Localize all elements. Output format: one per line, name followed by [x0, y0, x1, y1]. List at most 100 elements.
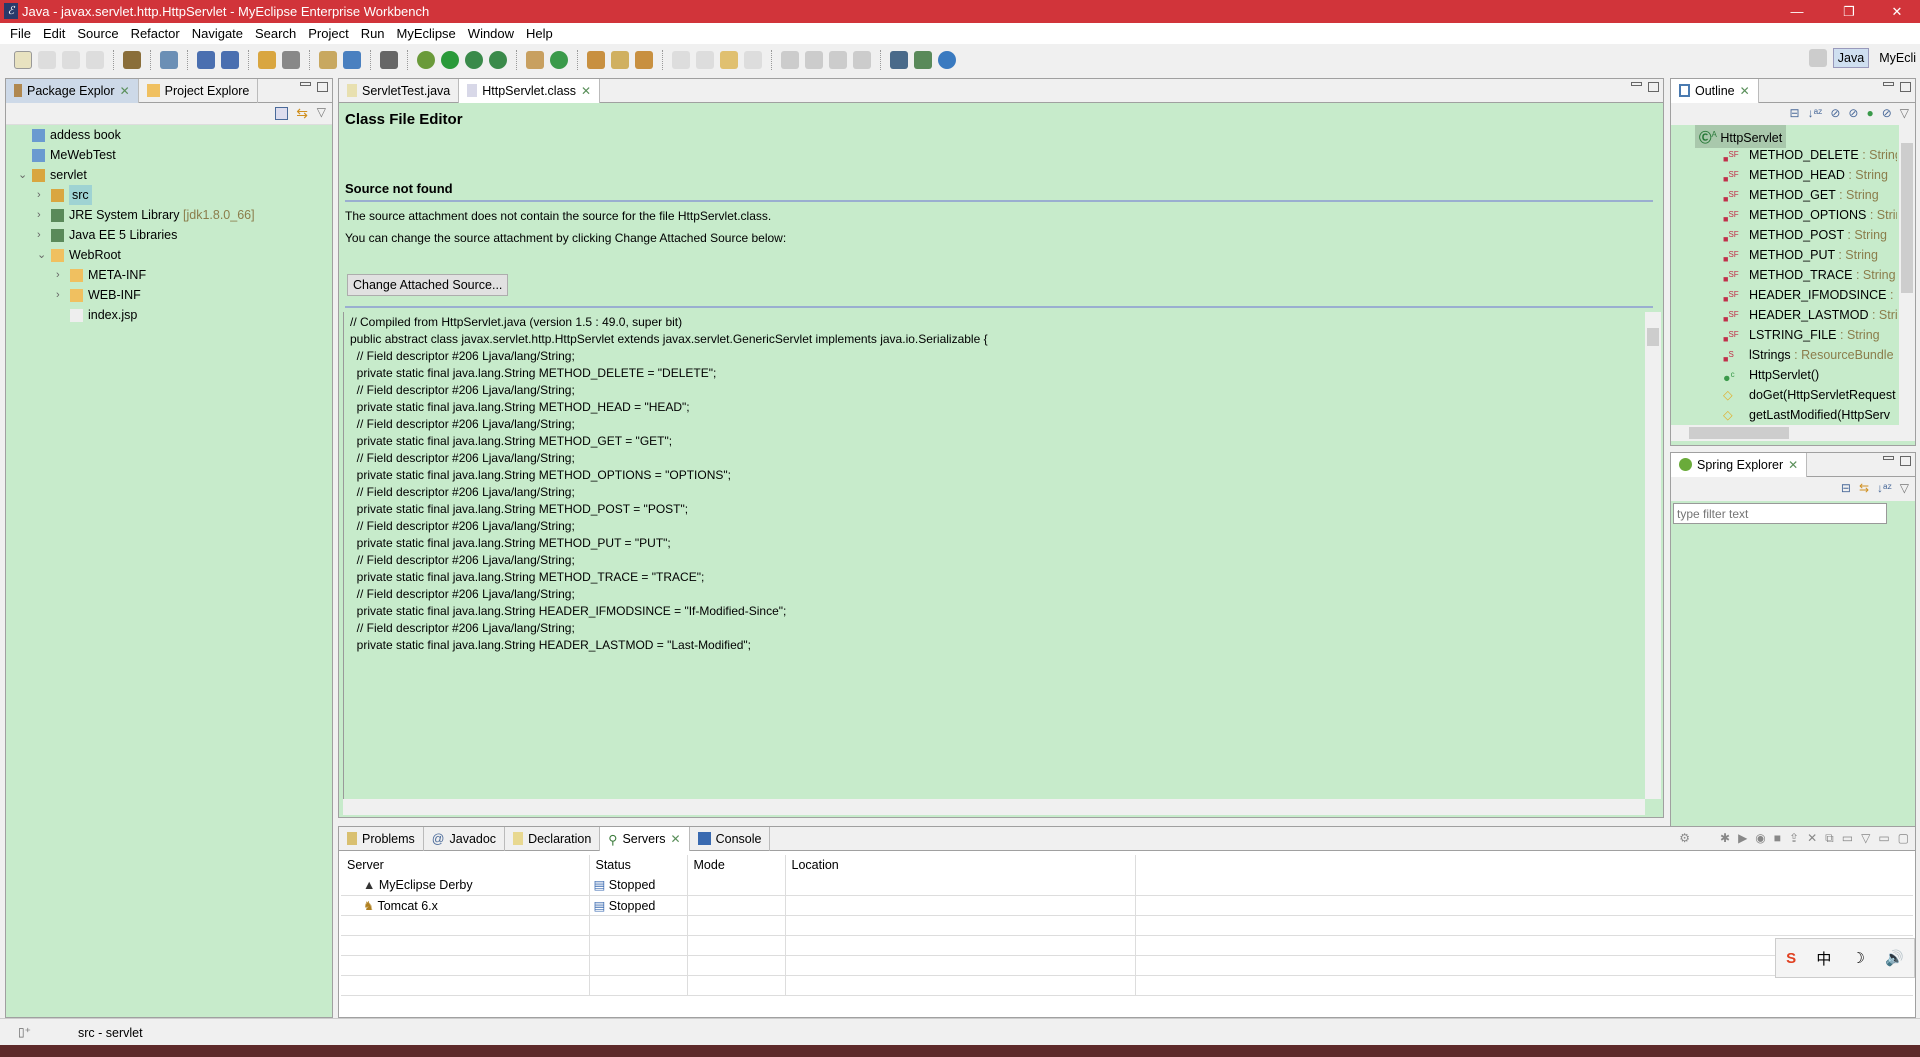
menu-run[interactable]: Run	[355, 23, 391, 44]
new-class-icon[interactable]	[550, 51, 568, 69]
close-icon[interactable]: ✕	[1788, 458, 1798, 477]
menu-myeclipse[interactable]: MyEclipse	[391, 23, 462, 44]
link-with-editor-icon[interactable]: ⇆	[296, 105, 308, 122]
tree-item[interactable]: ⌄ servlet	[6, 165, 332, 185]
server-icon[interactable]	[221, 51, 239, 69]
vertical-scrollbar[interactable]	[1645, 312, 1661, 799]
minimize-button[interactable]: —	[1774, 0, 1820, 23]
tab-spring-explorer[interactable]: Spring Explorer ✕	[1671, 453, 1808, 477]
tree-item[interactable]: addess book	[6, 125, 332, 145]
tree-item[interactable]: ⌄ WebRoot	[6, 245, 332, 265]
new-icon[interactable]	[14, 51, 32, 69]
run-icon[interactable]	[441, 51, 459, 69]
report-icon[interactable]	[319, 51, 337, 69]
tab-declaration[interactable]: Declaration	[505, 827, 601, 851]
vertical-scrollbar[interactable]	[1899, 125, 1915, 425]
outline-item[interactable]: ■SF METHOD_PUT : String	[1671, 245, 1897, 265]
start-server-icon[interactable]: ▶	[1738, 831, 1747, 846]
scroll-thumb[interactable]	[1647, 328, 1659, 346]
debug-server-icon[interactable]: ✱	[1720, 831, 1730, 846]
tab-javadoc[interactable]: @ Javadoc	[424, 827, 506, 851]
hide-local-types-icon[interactable]: ⊘	[1882, 106, 1892, 122]
chevron-right-icon[interactable]: ›	[37, 205, 47, 225]
collapse-all-icon[interactable]: ⊟	[1841, 481, 1851, 497]
tree-item[interactable]: › WEB-INF	[6, 285, 332, 305]
hide-nonpublic-icon[interactable]: ●	[1866, 106, 1873, 122]
outline-root[interactable]: ⒸA HttpServlet	[1671, 125, 1897, 149]
pin-icon[interactable]	[781, 51, 799, 69]
close-icon[interactable]: ✕	[671, 832, 681, 851]
profile-server-icon[interactable]: ◉	[1755, 831, 1765, 846]
table-row[interactable]: ♞ Tomcat 6.x ▤ Stopped	[341, 895, 1913, 915]
tree-item[interactable]: › JRE System Library [jdk1.8.0_66]	[6, 205, 332, 225]
outline-item[interactable]: ■SFHEADER_IFMODSINCE : String	[1671, 285, 1897, 305]
close-icon[interactable]: ✕	[581, 84, 591, 103]
chevron-down-icon[interactable]: ⌄	[18, 165, 28, 185]
collapse-all-icon[interactable]: ⊟	[1790, 106, 1800, 122]
sort-icon[interactable]: ↓ᵃᶻ	[1877, 481, 1892, 497]
stop-server-icon[interactable]: ■	[1774, 831, 1781, 846]
save-icon[interactable]	[38, 51, 56, 69]
tree-item[interactable]: MeWebTest	[6, 145, 332, 165]
outline-item[interactable]: ◇ getLastModified(HttpServ	[1671, 405, 1897, 425]
menu-source[interactable]: Source	[71, 23, 124, 44]
coverage-icon[interactable]	[465, 51, 483, 69]
horizontal-scrollbar[interactable]	[343, 799, 1645, 815]
menu-window[interactable]: Window	[462, 23, 520, 44]
perspective-java[interactable]: Java	[1832, 48, 1870, 68]
speaker-icon[interactable]: 🔊	[1885, 949, 1904, 967]
maximize-view-icon[interactable]	[1900, 456, 1911, 466]
chevron-down-icon[interactable]: ⌄	[37, 245, 47, 265]
debug-icon[interactable]	[417, 51, 435, 69]
outline-item[interactable]: ■SF METHOD_TRACE : String	[1671, 265, 1897, 285]
remove-icon[interactable]: ✕	[1807, 831, 1817, 846]
web-icon[interactable]	[160, 51, 178, 69]
maximize-view-icon[interactable]	[317, 82, 328, 92]
close-icon[interactable]: ✕	[1740, 84, 1750, 103]
column-header-server[interactable]: Server	[341, 855, 590, 875]
tree-item[interactable]: index.jsp	[6, 305, 332, 325]
tree-item[interactable]: › META-INF	[6, 265, 332, 285]
minimize-view-icon[interactable]	[1631, 82, 1642, 86]
hide-fields-icon[interactable]: ⊘	[1830, 106, 1840, 122]
block-select-icon[interactable]	[829, 51, 847, 69]
open-folder-icon[interactable]	[258, 51, 276, 69]
menu-edit[interactable]: Edit	[37, 23, 71, 44]
browser-icon[interactable]	[938, 51, 956, 69]
table-row[interactable]: ▲ MyEclipse Derby ▤ Stopped	[341, 875, 1913, 895]
collapse-all-icon[interactable]	[275, 107, 288, 120]
tab-package-explorer[interactable]: Package Explor ✕	[6, 79, 139, 103]
column-header-mode[interactable]: Mode	[687, 855, 786, 875]
minimize-view-icon[interactable]	[1883, 456, 1894, 460]
perspective-tool-icon[interactable]	[890, 51, 908, 69]
maximize-view-icon[interactable]	[1648, 82, 1659, 92]
new-package-icon[interactable]	[526, 51, 544, 69]
bytecode-view[interactable]: // Compiled from HttpServlet.java (versi…	[343, 312, 1645, 799]
chevron-right-icon[interactable]: ›	[56, 265, 66, 285]
horizontal-scrollbar[interactable]	[1671, 425, 1915, 441]
minimize-view-icon[interactable]: ▭	[1878, 831, 1889, 846]
view-menu-icon[interactable]: ▽	[1861, 831, 1870, 846]
change-attached-source-button[interactable]: Change Attached Source...	[347, 274, 509, 296]
outline-item[interactable]: ■SFMETHOD_DELETE : String	[1671, 145, 1897, 165]
outline-item[interactable]: ■SF METHOD_GET : String	[1671, 185, 1897, 205]
column-header-location[interactable]: Location	[785, 855, 1136, 875]
tab-console[interactable]: Console	[690, 827, 771, 851]
sort-icon[interactable]: ↓ᵃᶻ	[1808, 106, 1823, 122]
filter-input[interactable]	[1673, 503, 1887, 524]
outline-item[interactable]: ●c HttpServlet()	[1671, 365, 1897, 385]
menu-help[interactable]: Help	[520, 23, 559, 44]
outline-item[interactable]: ■S lStrings : ResourceBundle	[1671, 345, 1897, 365]
print-icon[interactable]	[86, 51, 104, 69]
maximize-view-icon[interactable]	[1900, 82, 1911, 92]
moon-icon[interactable]: ☽	[1852, 949, 1865, 967]
view-menu-icon[interactable]: ▽	[1900, 481, 1909, 497]
highlight-icon[interactable]	[805, 51, 823, 69]
maximize-button[interactable]: ❐	[1826, 0, 1872, 23]
menu-refactor[interactable]: Refactor	[125, 23, 186, 44]
maximize-view-icon[interactable]: ▢	[1898, 831, 1909, 846]
menu-search[interactable]: Search	[249, 23, 302, 44]
open-icon[interactable]: ▭	[1842, 831, 1853, 846]
tab-problems[interactable]: Problems	[339, 827, 424, 851]
tab-servlettest-java[interactable]: ServletTest.java	[339, 79, 460, 103]
